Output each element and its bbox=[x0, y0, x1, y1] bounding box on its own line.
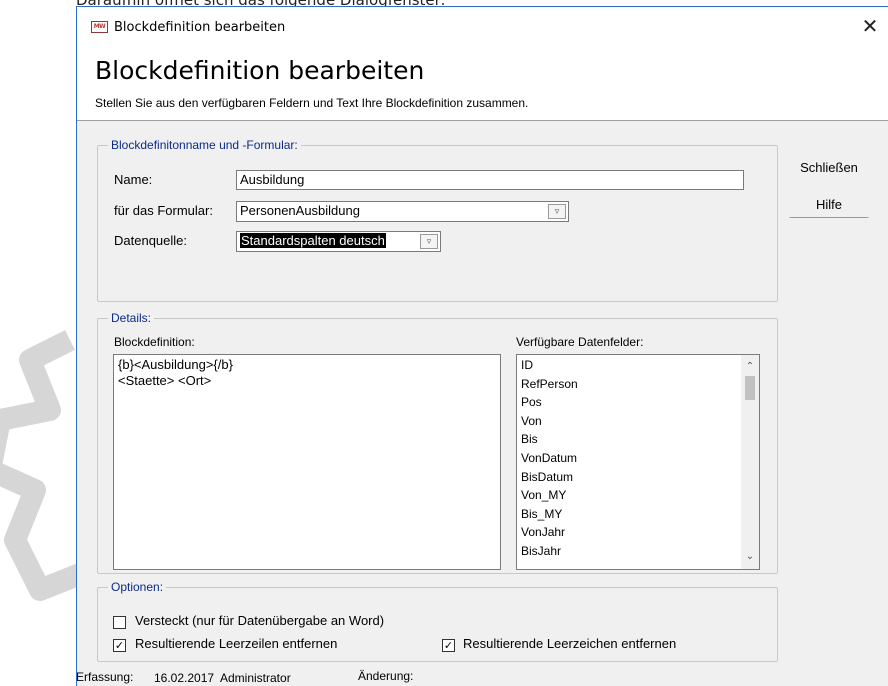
erfassung-label: Erfassung: bbox=[76, 670, 134, 684]
group-details-legend: Details: bbox=[108, 311, 155, 325]
erfassung-date: 16.02.2017 bbox=[154, 671, 215, 685]
opt-remove-spaces-checkbox[interactable]: ✓ bbox=[442, 639, 455, 652]
list-item[interactable]: VonJahr bbox=[521, 523, 737, 542]
list-item[interactable]: Von_MY bbox=[521, 486, 737, 505]
header-divider bbox=[77, 120, 888, 121]
title-bar: MW Blockdefinition bearbeiten ✕ bbox=[77, 7, 888, 50]
group-options-legend: Optionen: bbox=[108, 580, 167, 594]
list-item[interactable]: Von bbox=[521, 412, 737, 431]
window-title: Blockdefinition bearbeiten bbox=[114, 20, 286, 35]
opt-hidden-checkbox[interactable] bbox=[113, 616, 126, 629]
formular-label: für das Formular: bbox=[114, 203, 213, 218]
scroll-thumb[interactable] bbox=[745, 376, 755, 400]
blockdef-line: <Staette> <Ort> bbox=[118, 373, 212, 388]
scroll-down-icon[interactable]: ⌄ bbox=[741, 549, 759, 565]
opt-remove-lines-checkbox[interactable]: ✓ bbox=[113, 639, 126, 652]
name-input[interactable]: Ausbildung bbox=[236, 170, 744, 190]
list-item[interactable]: VonDatum bbox=[521, 449, 737, 468]
formular-combo-value: PersonenAusbildung bbox=[240, 203, 360, 218]
group-name-form-legend: Blockdefinitonname und -Formular: bbox=[108, 138, 301, 152]
group-name-form: Blockdefinitonname und -Formular: Name: … bbox=[97, 138, 778, 302]
fields-listbox[interactable]: ID RefPerson Pos Von Bis VonDatum BisDat… bbox=[516, 354, 760, 570]
datenquelle-combo[interactable]: Standardspalten deutsch ▿ bbox=[236, 231, 441, 252]
page-subtitle: Stellen Sie aus den verfügbaren Feldern … bbox=[95, 96, 529, 110]
list-item[interactable]: Bis_MY bbox=[521, 505, 737, 524]
close-button[interactable]: Schließen bbox=[789, 156, 869, 181]
page-title: Blockdefinition bearbeiten bbox=[95, 56, 425, 85]
name-label: Name: bbox=[114, 172, 153, 187]
list-item[interactable]: ID bbox=[521, 356, 737, 375]
blockdef-line: {b}<Ausbildung>{/b} bbox=[118, 357, 233, 372]
chevron-down-icon[interactable]: ▿ bbox=[420, 234, 438, 249]
list-item[interactable]: BisJahr bbox=[521, 542, 737, 561]
app-icon: MW bbox=[91, 21, 108, 33]
dialog-window: MW Blockdefinition bearbeiten ✕ Blockdef… bbox=[76, 6, 888, 686]
group-options: Optionen: Versteckt (nur für Datenüberga… bbox=[97, 580, 778, 662]
list-item[interactable]: RefPerson bbox=[521, 375, 737, 394]
opt-remove-spaces-label: Resultierende Leerzeichen entfernen bbox=[463, 636, 677, 651]
list-item[interactable]: Bis bbox=[521, 430, 737, 449]
blockdef-textarea[interactable]: {b}<Ausbildung>{/b} <Staette> <Ort> bbox=[113, 354, 501, 570]
opt-hidden-label: Versteckt (nur für Datenübergabe an Word… bbox=[135, 613, 385, 628]
datenquelle-combo-value: Standardspalten deutsch bbox=[240, 233, 386, 248]
fields-list: ID RefPerson Pos Von Bis VonDatum BisDat… bbox=[517, 355, 741, 569]
dialog-header: Blockdefinition bearbeiten Stellen Sie a… bbox=[77, 50, 888, 120]
list-item[interactable]: Pos bbox=[521, 393, 737, 412]
fields-scrollbar[interactable]: ⌃ ⌄ bbox=[741, 355, 759, 569]
chevron-down-icon[interactable]: ▿ bbox=[548, 204, 566, 219]
help-button[interactable]: Hilfe bbox=[789, 193, 869, 218]
scroll-up-icon[interactable]: ⌃ bbox=[741, 359, 759, 375]
erfassung-user: Administrator bbox=[220, 671, 291, 685]
close-icon[interactable]: ✕ bbox=[858, 15, 882, 39]
blockdef-label: Blockdefinition: bbox=[114, 335, 195, 349]
fields-label: Verfügbare Datenfelder: bbox=[516, 335, 644, 349]
group-details: Details: Blockdefinition: {b}<Ausbildung… bbox=[97, 311, 778, 574]
opt-remove-lines-label: Resultierende Leerzeilen entfernen bbox=[135, 636, 338, 651]
list-item[interactable]: BisDatum bbox=[521, 468, 737, 487]
datenquelle-label: Datenquelle: bbox=[114, 233, 187, 248]
formular-combo[interactable]: PersonenAusbildung ▿ bbox=[236, 201, 569, 222]
aenderung-label: Änderung: bbox=[358, 669, 414, 683]
